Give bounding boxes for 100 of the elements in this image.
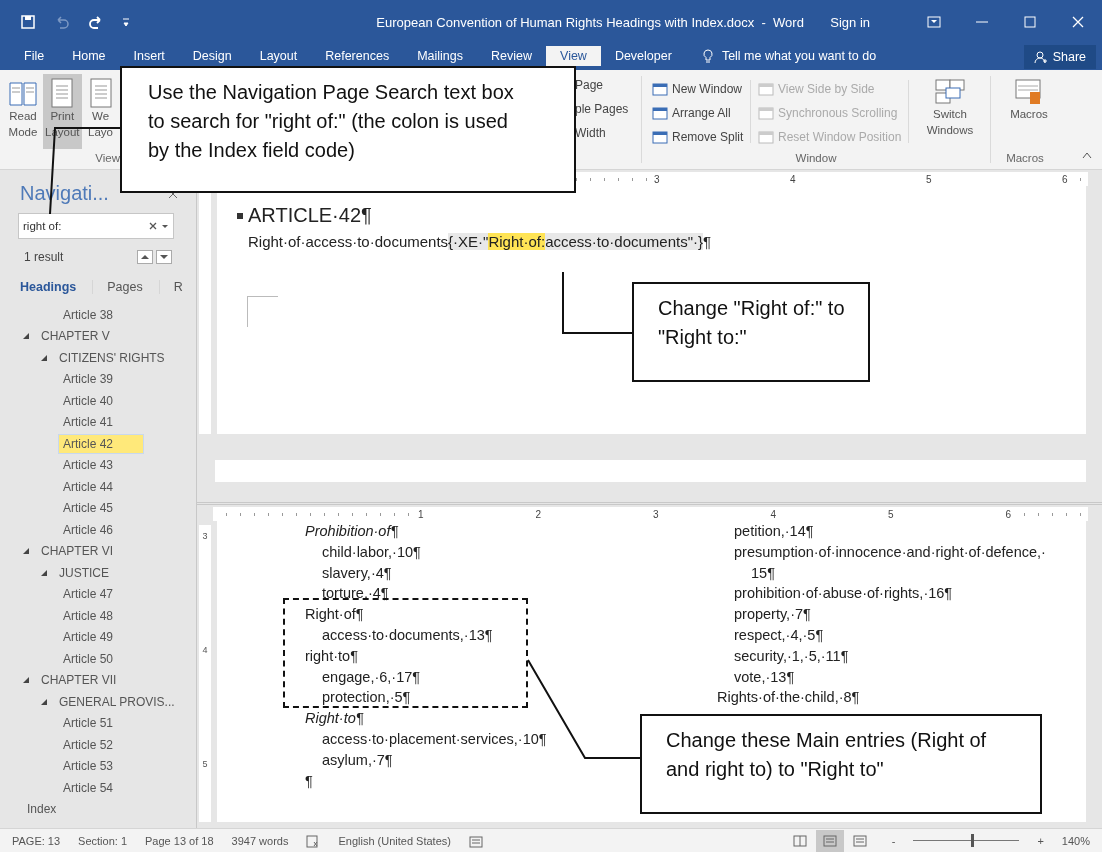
window-icon — [652, 129, 668, 145]
heading-item[interactable]: Article 49 — [58, 627, 119, 648]
heading-item[interactable]: CITIZENS' RIGHTS — [54, 347, 170, 368]
view-mode-button[interactable]: Read Mode — [6, 74, 40, 149]
index-heading: right·to¶ — [305, 646, 358, 666]
zoom-level[interactable]: 140% — [1061, 834, 1090, 847]
heading-item[interactable]: Article 51 — [58, 713, 119, 734]
heading-item[interactable]: CHAPTER VI — [36, 541, 118, 562]
ribbon-tab[interactable]: Mailings — [403, 46, 477, 66]
heading-item[interactable]: Article 40 — [58, 390, 119, 411]
heading-item[interactable]: Article 53 — [58, 756, 119, 777]
window-command[interactable]: Remove Split — [652, 128, 744, 146]
previous-button[interactable] — [137, 250, 153, 264]
index-entry: slavery,·4¶ — [321, 563, 392, 583]
heading-item[interactable]: CHAPTER VII — [36, 670, 122, 691]
window-command[interactable]: New Window — [652, 80, 744, 98]
ribbon-tab[interactable]: References — [311, 46, 404, 66]
ribbon-tab[interactable]: Home — [58, 46, 120, 66]
heading-item[interactable]: Article 54 — [58, 777, 119, 798]
heading-item[interactable]: CHAPTER V — [36, 326, 115, 347]
pane-tab[interactable]: Headings — [20, 280, 94, 294]
zoom-option[interactable]: ple Pages — [575, 100, 637, 118]
callout: Change these Main entries (Right of and right to) to "Right to" — [640, 714, 1042, 814]
expand-arrow-icon[interactable] — [22, 676, 30, 685]
ribbon-tab[interactable]: Design — [178, 46, 246, 66]
share-button[interactable]: Share — [1023, 45, 1096, 69]
index-entry: torture,·4¶ — [321, 584, 389, 604]
leader-line — [562, 271, 633, 334]
save-icon — [20, 14, 36, 30]
expand-arrow-icon[interactable] — [40, 568, 48, 577]
index-entry: prohibition·of·abuse·of·rights,·16¶ — [733, 584, 953, 604]
clear-icon — [149, 222, 157, 230]
heading-item[interactable]: Article 47 — [58, 584, 119, 605]
up-arrow-icon — [141, 254, 149, 260]
heading-item[interactable]: Article 38 — [58, 304, 119, 325]
ruler: 1 2 3 4 5 6 — [213, 507, 1088, 521]
tell-me-field[interactable]: Tell me what you want to do — [721, 49, 877, 63]
minimize-icon — [976, 21, 988, 23]
ribbon-tab[interactable]: File — [10, 46, 59, 66]
bullet-icon — [237, 212, 243, 219]
heading-item[interactable]: Article 42 — [58, 433, 144, 454]
layout-icon — [822, 834, 837, 847]
index-heading: Right·to¶ — [305, 709, 364, 729]
window-icon — [652, 81, 668, 97]
sign-in-link[interactable]: Sign in — [830, 14, 870, 30]
heading-item[interactable]: Article 44 — [58, 476, 119, 497]
expand-arrow-icon[interactable] — [22, 547, 30, 556]
page-icon — [87, 78, 114, 108]
window-icon — [758, 129, 774, 145]
heading-item[interactable]: Article 43 — [58, 455, 119, 476]
zoom-in-button[interactable]: + — [1037, 834, 1044, 847]
word-count[interactable]: 3947 words — [231, 834, 289, 847]
group-label: Window — [794, 151, 838, 166]
ribbon-tab[interactable]: Developer — [600, 46, 686, 66]
switch-windows-button[interactable]: Switch Windows — [916, 74, 984, 149]
article-heading: ARTICLE·42¶ — [248, 204, 372, 227]
down-arrow-icon — [160, 254, 168, 260]
window-command[interactable]: Arrange All — [652, 104, 744, 122]
ribbon-tab[interactable]: View — [546, 46, 601, 66]
window-icon — [652, 105, 668, 121]
zoom-out-button[interactable]: - — [891, 834, 896, 847]
page-count[interactable]: Page 13 of 18 — [145, 834, 214, 847]
expand-arrow-icon[interactable] — [22, 332, 30, 341]
next-button[interactable] — [156, 250, 172, 264]
page-indicator[interactable]: PAGE: 13 — [12, 834, 61, 847]
search-field[interactable]: right of: — [18, 213, 174, 239]
heading-item[interactable]: Article 48 — [58, 605, 119, 626]
macros-button[interactable]: Macros — [1001, 74, 1057, 149]
page-icon — [49, 78, 76, 108]
heading-item[interactable]: Article 50 — [58, 648, 119, 669]
ribbon-tab[interactable]: Insert — [119, 46, 179, 66]
slider-thumb[interactable] — [970, 834, 974, 847]
heading-item[interactable]: GENERAL PROVIS... — [54, 691, 180, 712]
zoom-option[interactable]: Width — [575, 124, 637, 142]
heading-item[interactable]: Article 39 — [58, 369, 119, 390]
index-heading: ¶ — [305, 771, 313, 791]
window-icon — [758, 81, 774, 97]
pane-tab[interactable]: Pages — [107, 280, 160, 294]
index-heading: Right·of¶ — [305, 605, 364, 625]
heading-item[interactable]: Article 52 — [58, 734, 119, 755]
index-entry: child·labor,·10¶ — [321, 542, 421, 562]
zoom-option[interactable]: Page — [575, 76, 637, 94]
collapse-icon — [1082, 151, 1092, 159]
dropdown-icon — [161, 222, 169, 230]
heading-item[interactable]: Article 45 — [58, 498, 119, 519]
view-mode-button[interactable]: We Layo — [84, 74, 117, 149]
expand-arrow-icon[interactable] — [40, 353, 48, 362]
index-entry: asylum,·7¶ — [321, 750, 393, 770]
view-button[interactable] — [815, 829, 844, 852]
heading-item[interactable]: Index — [22, 799, 62, 820]
ribbon-tab[interactable]: Layout — [245, 46, 312, 66]
expand-arrow-icon[interactable] — [40, 697, 48, 706]
heading-item[interactable]: JUSTICE — [54, 562, 114, 583]
window-icon — [758, 105, 774, 121]
heading-item[interactable]: Article 41 — [58, 412, 119, 433]
heading-item[interactable]: Article 46 — [58, 519, 119, 540]
language-indicator[interactable]: English (United States) — [338, 834, 451, 847]
section-indicator[interactable]: Section: 1 — [78, 834, 128, 847]
ribbon-tab[interactable]: Review — [477, 46, 546, 66]
result-count: 1 result — [24, 249, 64, 264]
